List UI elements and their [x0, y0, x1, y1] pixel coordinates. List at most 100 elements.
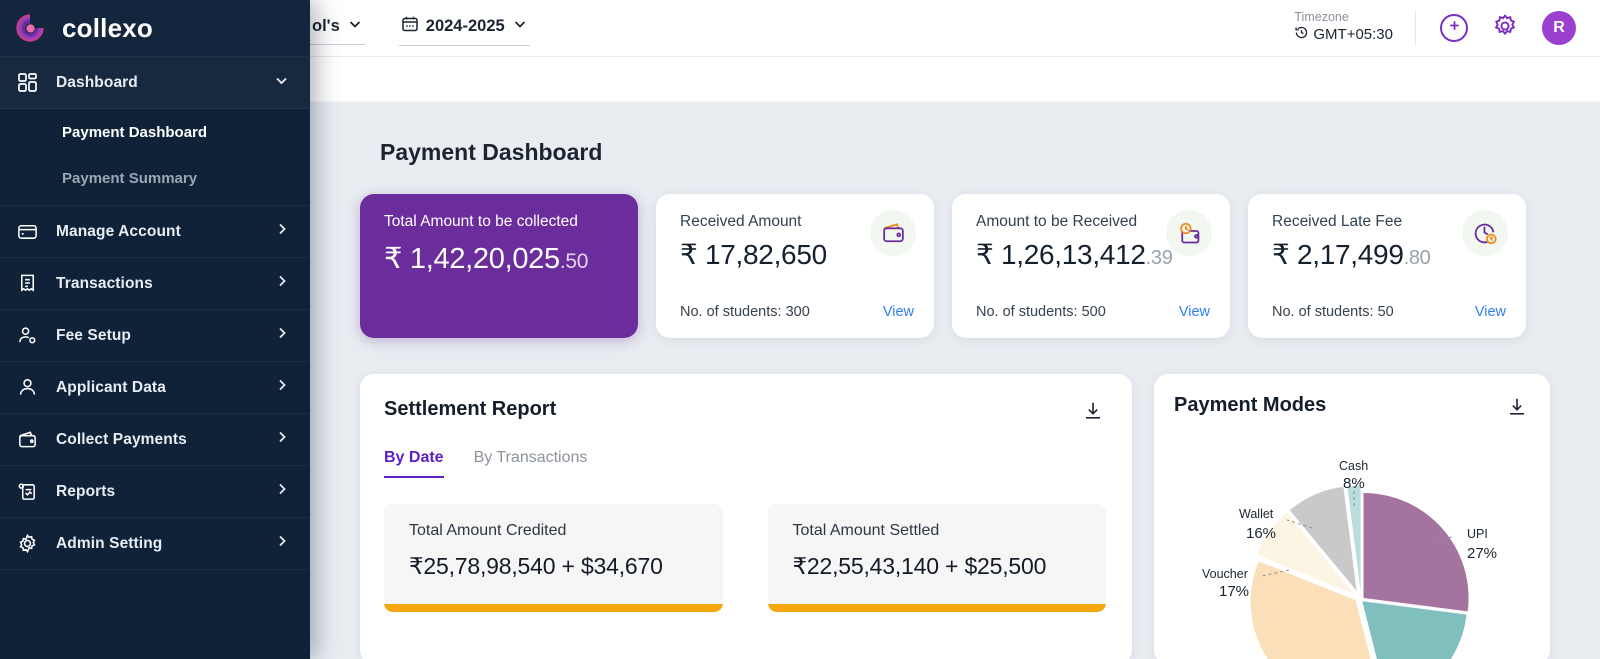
sidebar-item-label: Collect Payments [56, 430, 187, 448]
sidebar-item-fee-setup[interactable]: Fee Setup [0, 310, 310, 362]
stat-card-footer: No. of students: 50 View [1272, 304, 1506, 320]
stat-card-received-amount[interactable]: Received Amount ₹ 17,82,650 No. of stude… [656, 194, 934, 338]
report-chart-icon [14, 481, 40, 502]
sidebar-item-label: Dashboard [56, 73, 138, 91]
student-count: No. of students: 500 [976, 304, 1106, 320]
pie-label-voucher-value: 17% [1219, 583, 1249, 600]
stat-card-total-to-be-collected[interactable]: Total Amount to be collected ₹ 1,42,20,0… [360, 194, 638, 338]
brand-name: collexo [62, 12, 153, 43]
view-link[interactable]: View [883, 304, 914, 320]
stat-card-title: Total Amount to be collected [384, 213, 578, 230]
pie-label-upi-name: UPI [1467, 527, 1488, 541]
header-actions: Timezone GMT+05:30 R [1294, 0, 1600, 56]
pie-label-wallet-name: Wallet [1239, 507, 1274, 521]
chevron-right-icon [274, 481, 290, 502]
sidebar-item-manage-account[interactable]: Manage Account [0, 206, 310, 258]
pie-slices [1250, 485, 1469, 659]
sidebar-item-admin-setting[interactable]: Admin Setting [0, 518, 310, 570]
calendar-icon [401, 15, 419, 38]
settlement-tabs: By Date By Transactions [384, 449, 1106, 478]
payment-modes-pie-chart: UPI 27% Credit Card 19% Debit Card 23% V… [1154, 428, 1550, 659]
sidebar-item-label: Transactions [56, 274, 153, 292]
settlement-report-panel: Settlement Report By Date By Transaction… [360, 374, 1132, 659]
gear-icon [14, 533, 40, 554]
school-selector[interactable]: ol's [310, 12, 365, 45]
sidebar-item-label: Reports [56, 482, 116, 500]
tab-by-transactions[interactable]: By Transactions [474, 449, 588, 478]
tab-label: By Transactions [473, 449, 588, 466]
panel-row: Settlement Report By Date By Transaction… [310, 338, 1600, 659]
sidebar-item-label: Manage Account [56, 222, 181, 240]
chevron-down-icon [347, 16, 363, 37]
sidebar-item-label: Admin Setting [56, 534, 163, 552]
student-count: No. of students: 50 [1272, 304, 1394, 320]
sidebar-item-label: Applicant Data [56, 378, 166, 396]
stat-card-footer: No. of students: 500 View [976, 304, 1210, 320]
metric-value: ₹25,78,98,540 + $34,670 [409, 553, 663, 579]
sidebar-subitem-label: Payment Dashboard [62, 123, 208, 141]
sidebar-item-label: Fee Setup [56, 326, 131, 344]
view-link[interactable]: View [1475, 304, 1506, 320]
currency-symbol: ₹ [976, 239, 994, 270]
sidebar-item-reports[interactable]: Reports [0, 466, 310, 518]
sidebar-subitem-label: Payment Summary [62, 169, 198, 187]
wallet-icon [870, 210, 916, 256]
currency-symbol: ₹ [384, 243, 403, 275]
metric-accent-bar [384, 604, 723, 612]
user-profile-icon [14, 377, 40, 398]
avatar-initial: R [1553, 19, 1565, 36]
pie-slice-credit-card[interactable] [1362, 601, 1467, 659]
academic-year-label: 2024-2025 [425, 16, 505, 35]
sidebar-item-applicant-data[interactable]: Applicant Data [0, 362, 310, 414]
stat-card-received-late-fee[interactable]: Received Late Fee ₹ 2,17,499.80 No. of s… [1248, 194, 1526, 338]
pie-slice-upi[interactable] [1363, 493, 1469, 612]
plus-circle-icon [1447, 18, 1462, 38]
chevron-right-icon [274, 325, 290, 346]
main-content: Payment Dashboard Total Amount to be col… [310, 57, 1600, 659]
gear-icon [1492, 13, 1518, 44]
metric-value: ₹22,55,43,140 + $25,500 [792, 553, 1047, 579]
avatar[interactable]: R [1542, 11, 1576, 45]
amount-value: 1,42,20,025 [409, 243, 560, 275]
metric-label: Total Amount Settled [792, 522, 940, 539]
chevron-right-icon [274, 221, 290, 242]
timezone-label: Timezone [1294, 9, 1349, 24]
grid-dashboard-icon [14, 72, 40, 93]
sidebar-item-payment-dashboard[interactable]: Payment Dashboard [0, 109, 310, 155]
add-button[interactable] [1440, 14, 1468, 42]
amount-decimals: .80 [1403, 247, 1431, 269]
download-icon[interactable] [1080, 398, 1106, 429]
settlement-header: Settlement Report [384, 398, 1106, 429]
tab-by-date[interactable]: By Date [384, 449, 444, 478]
user-gear-icon [14, 325, 40, 346]
sidebar-item-transactions[interactable]: Transactions [0, 258, 310, 310]
clock-rupee-icon [1462, 210, 1508, 256]
settings-button[interactable] [1490, 13, 1520, 43]
settlement-metrics: Total Amount Credited ₹25,78,98,540 + $3… [384, 504, 1106, 612]
stat-card-row: Total Amount to be collected ₹ 1,42,20,0… [310, 166, 1600, 338]
payment-modes-title: Payment Modes [1174, 394, 1327, 416]
academic-year-selector[interactable]: 2024-2025 [398, 11, 530, 46]
amount-decimals: .50 [559, 250, 589, 273]
sidebar: collexo Dashboard Payment Dashboard Paym… [0, 0, 310, 659]
sidebar-item-dashboard[interactable]: Dashboard [0, 57, 310, 109]
metric-total-amount-settled: Total Amount Settled ₹22,55,43,140 + $25… [767, 504, 1106, 612]
pie-label-voucher-name: Voucher [1202, 567, 1248, 581]
school-selector-label: ol's [312, 16, 340, 35]
header-icon-buttons: R [1416, 11, 1576, 45]
currency-symbol: ₹ [1272, 239, 1290, 270]
collexo-spiral-logo-icon [12, 10, 48, 46]
sidebar-item-payment-summary[interactable]: Payment Summary [0, 155, 310, 201]
currency-symbol: ₹ [680, 239, 698, 270]
stat-card-amount: ₹ 1,42,20,025.50 [384, 241, 618, 276]
wallet-icon [14, 429, 40, 450]
sidebar-item-collect-payments[interactable]: Collect Payments [0, 414, 310, 466]
stat-card-footer: No. of students: 300 View [680, 304, 914, 320]
chevron-right-icon [274, 429, 290, 450]
view-link[interactable]: View [1179, 304, 1210, 320]
stat-card-amount-to-be-received[interactable]: Amount to be Received ₹ 1,26,13,412.39 N… [952, 194, 1230, 338]
pie-label-cash-name: Cash [1339, 459, 1368, 473]
settlement-title: Settlement Report [384, 398, 557, 420]
download-icon[interactable] [1504, 394, 1530, 425]
brand-logo[interactable]: collexo [0, 0, 310, 57]
